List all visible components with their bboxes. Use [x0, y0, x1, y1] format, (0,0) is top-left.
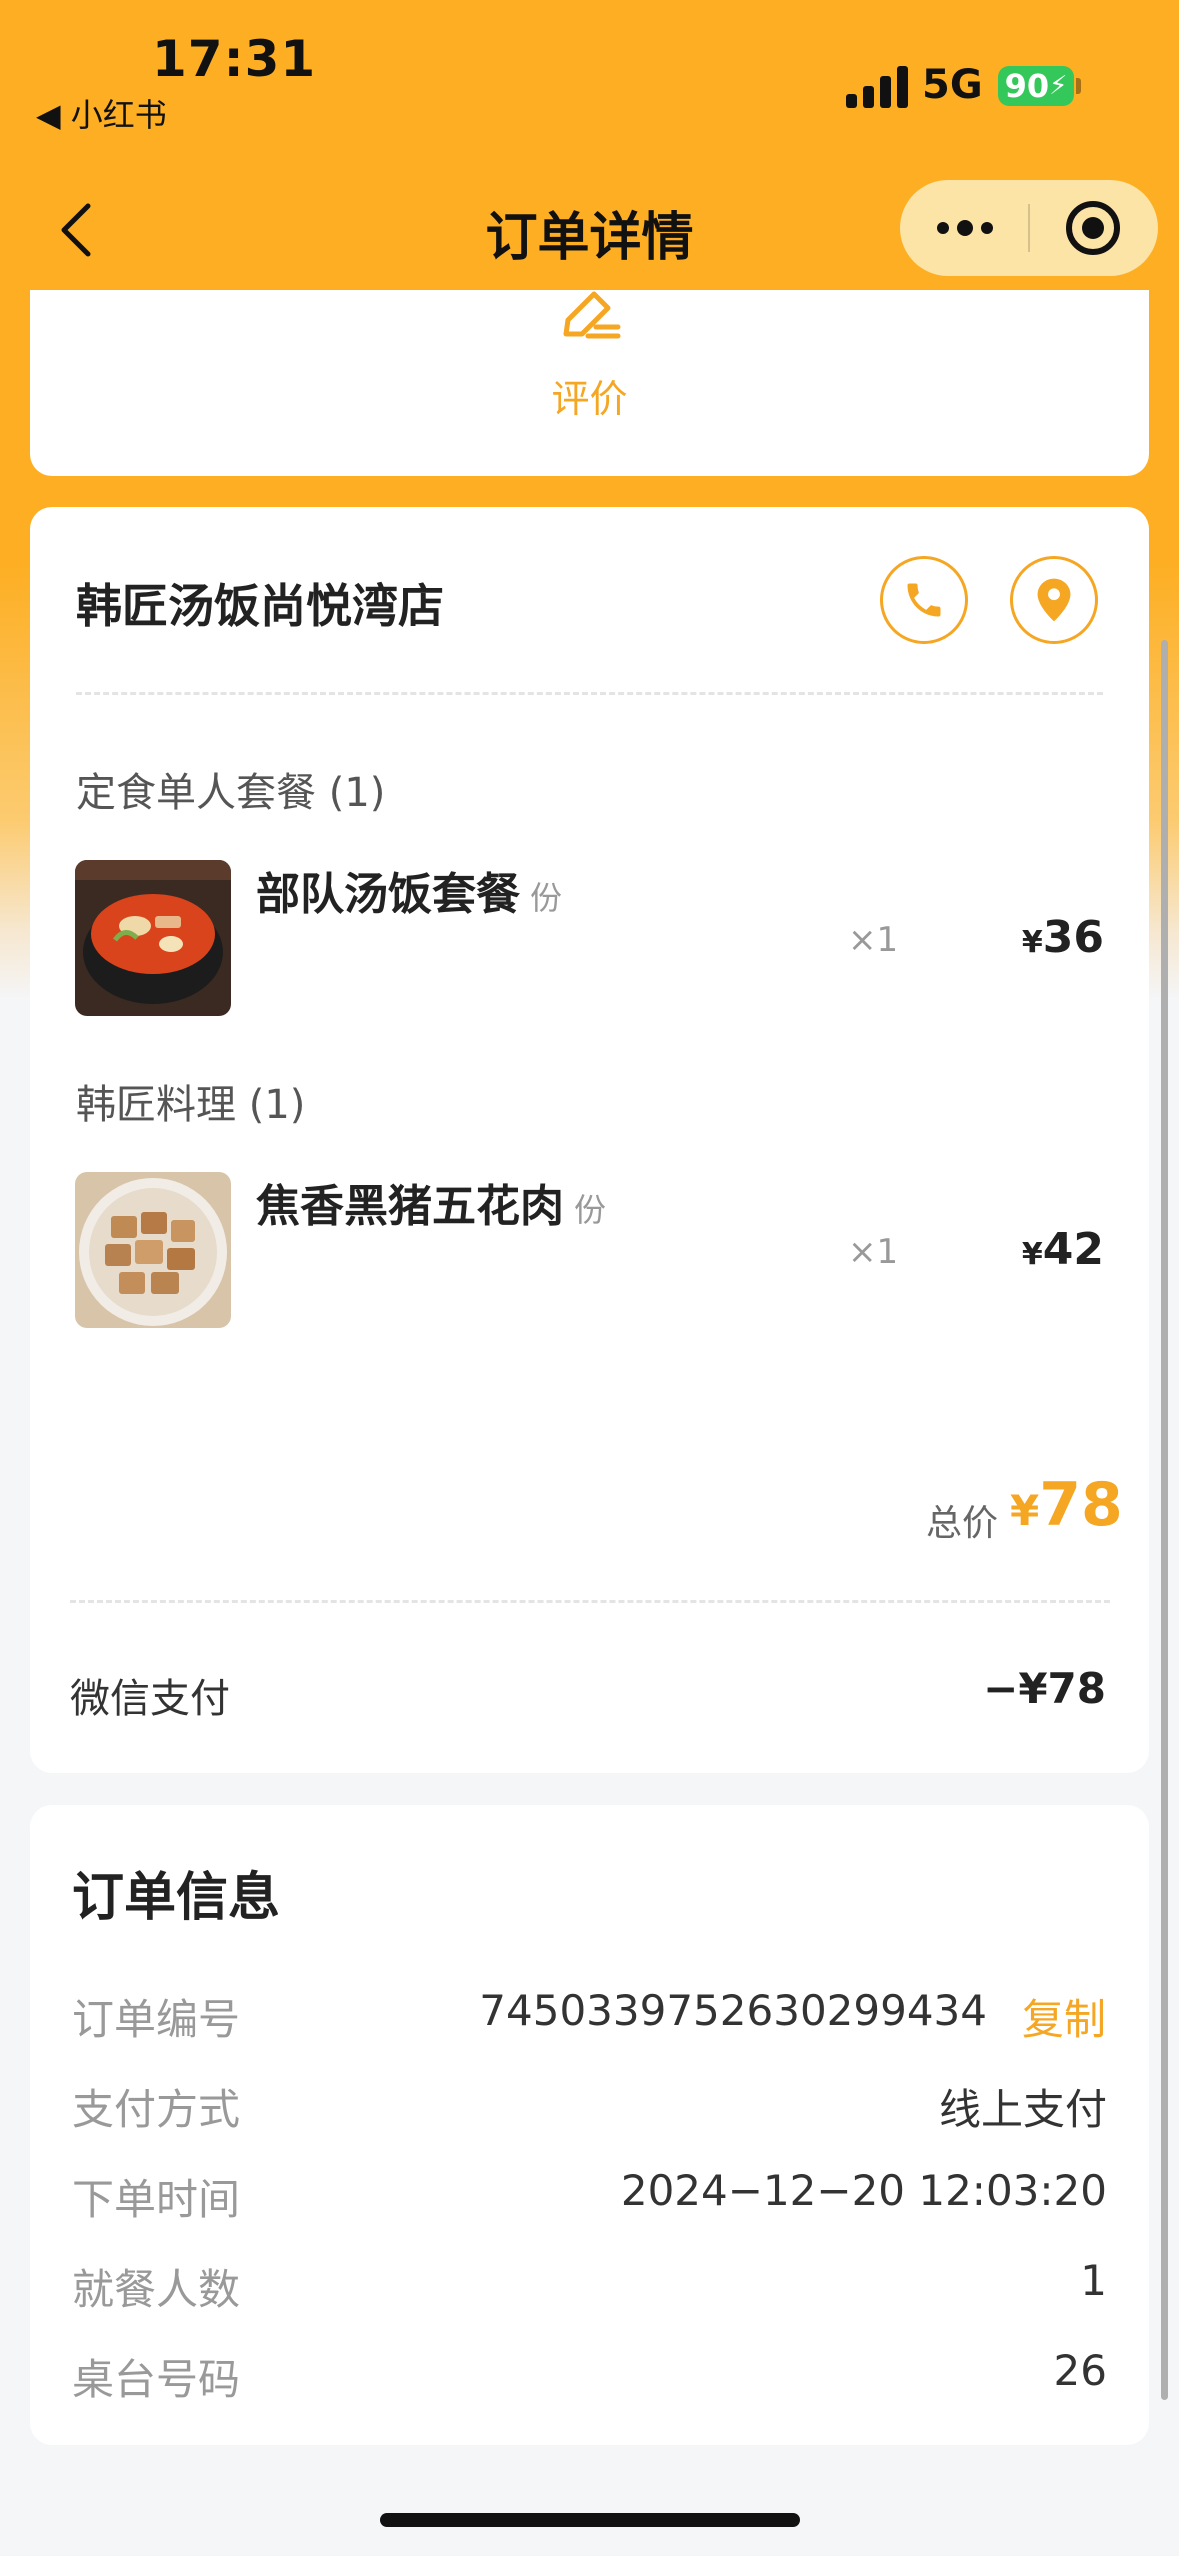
food-name: 部队汤饭套餐份	[256, 858, 562, 922]
copy-order-number-button[interactable]: 复制	[1022, 1986, 1106, 2047]
food-price-value: 36	[1042, 912, 1104, 963]
table-number-value: 26	[1053, 2346, 1107, 2395]
divider-line	[70, 1600, 1110, 1603]
payment-method-label: 微信支付	[70, 1676, 230, 1722]
phone-icon	[907, 583, 941, 617]
order-number-label: 订单编号	[72, 1995, 241, 2044]
close-program-icon[interactable]	[1066, 201, 1120, 255]
order-time-label: 下单时间	[72, 2175, 241, 2224]
order-card	[30, 507, 1149, 1773]
food-unit: 份	[530, 879, 563, 917]
order-info-title: 订单信息	[72, 1868, 281, 1928]
diners-count-value: 1	[1080, 2256, 1107, 2305]
order-number-value: 7450339752630299434	[479, 1986, 987, 2035]
food-price: ¥42	[1000, 1224, 1104, 1275]
currency-symbol: ¥	[1021, 925, 1043, 960]
battery-icon: 90 ⚡	[998, 66, 1074, 106]
table-number-label: 桌台号码	[72, 2355, 241, 2404]
total-price: ¥78	[1010, 1470, 1123, 1540]
total-price-value: 78	[1039, 1470, 1123, 1540]
food-image-army-stew	[75, 860, 231, 1016]
food-price-value: 42	[1042, 1224, 1104, 1275]
food-quantity: ×1	[848, 920, 899, 960]
review-button[interactable]: 评价	[0, 368, 1179, 423]
shop-name: 韩匠汤饭尚悦湾店	[76, 579, 444, 633]
divider-line	[76, 692, 1103, 695]
diners-count-label: 就餐人数	[72, 2265, 241, 2314]
food-image-pork-belly	[75, 1172, 231, 1328]
food-name: 焦香黑猪五花肉份	[256, 1170, 606, 1234]
currency-symbol: ¥	[1021, 1237, 1043, 1272]
mini-program-capsule	[900, 180, 1158, 276]
payment-amount: −¥78	[983, 1664, 1106, 1713]
battery-cap	[1076, 78, 1081, 94]
scrollbar[interactable]	[1161, 640, 1168, 2400]
signal-icon	[846, 66, 908, 108]
food-name-text: 部队汤饭套餐	[256, 869, 520, 920]
food-name-text: 焦香黑猪五花肉	[256, 1181, 564, 1232]
payment-type-value: 线上支付	[938, 2085, 1107, 2134]
more-menu-icon[interactable]	[930, 180, 1000, 276]
shop-location-button[interactable]	[1010, 556, 1098, 644]
call-shop-button[interactable]	[880, 556, 968, 644]
status-time: 17:31	[152, 30, 317, 88]
category-label: 定食单人套餐 (1)	[76, 770, 386, 816]
category-label: 韩匠料理 (1)	[76, 1082, 306, 1128]
edit-review-icon[interactable]	[552, 290, 622, 348]
back-to-app-link[interactable]: ◀ 小红书	[36, 90, 167, 136]
currency-symbol: ¥	[1010, 1486, 1040, 1535]
food-price: ¥36	[1000, 912, 1104, 963]
payment-type-label: 支付方式	[72, 2085, 241, 2134]
food-quantity: ×1	[848, 1232, 899, 1272]
location-pin-icon	[1037, 578, 1071, 622]
battery-level: 90	[1004, 67, 1050, 105]
capsule-divider	[1028, 204, 1030, 252]
total-label: 总价	[926, 1503, 999, 1544]
home-indicator[interactable]	[380, 2513, 800, 2527]
order-time-value: 2024−12−20 12:03:20	[620, 2166, 1107, 2215]
network-type: 5G	[922, 62, 983, 108]
food-unit: 份	[574, 1191, 607, 1229]
